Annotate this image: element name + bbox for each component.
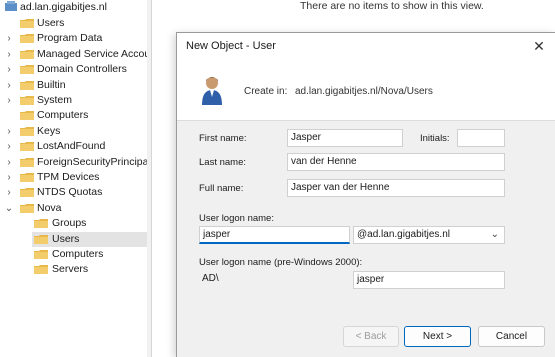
next-button[interactable]: Next >	[404, 326, 471, 347]
tree-item[interactable]: › Keys	[0, 124, 148, 139]
tree-item-label: Builtin	[37, 78, 66, 91]
chevron-right-icon[interactable]: ›	[4, 185, 14, 200]
tree-item[interactable]: › Builtin	[0, 78, 148, 93]
initials-label: Initials:	[420, 133, 450, 144]
tree-item[interactable]: › Program Data	[0, 31, 148, 46]
folder-icon	[20, 141, 34, 152]
new-user-dialog: New Object - User ✕ Create in: ad.lan.gi…	[176, 32, 555, 357]
first-name-label: First name:	[199, 133, 247, 144]
pre2000-domain: AD\	[199, 271, 349, 289]
folder-icon	[20, 110, 34, 121]
chevron-right-icon[interactable]: ›	[4, 47, 14, 62]
chevron-down-icon[interactable]: ⌄	[4, 201, 14, 216]
logon-name-field[interactable]: jasper	[199, 226, 350, 244]
tree-item-label: Servers	[52, 263, 89, 276]
tree-item-label: Nova	[37, 201, 62, 214]
tree-item-label: TPM Devices	[37, 171, 100, 183]
tree-item-nova-child[interactable]: Computers	[32, 247, 148, 262]
tree-root-label: ad.lan.gigabitjes.nl	[20, 1, 107, 13]
tree-pane: ⌄ ad.lan.gigabitjes.nl Users › Program Dat…	[0, 0, 152, 357]
dialog-title: New Object - User	[186, 40, 276, 52]
chevron-right-icon[interactable]: ›	[4, 124, 14, 139]
chevron-right-icon[interactable]: ›	[4, 155, 14, 170]
tree-item-label: NTDS Quotas	[37, 186, 103, 199]
cancel-button[interactable]: Cancel	[478, 326, 545, 347]
pane-divider[interactable]	[151, 0, 152, 357]
logon-domain-select[interactable]: @ad.lan.gigabitjes.nl ⌄	[353, 226, 505, 244]
tree-item[interactable]: › Domain Controllers	[0, 62, 148, 77]
folder-icon	[20, 126, 34, 137]
first-name-field[interactable]: Jasper	[287, 129, 403, 147]
full-name-label: Full name:	[199, 183, 244, 194]
tree-item-label: Users	[52, 232, 80, 245]
back-button[interactable]: < Back	[343, 326, 399, 347]
folder-icon	[20, 64, 34, 75]
tree-item-nova-child[interactable]: Servers	[32, 262, 148, 277]
tree-item[interactable]: › System	[0, 93, 148, 108]
dialog-titlebar[interactable]: New Object - User ✕	[177, 33, 555, 61]
tree-item[interactable]: Computers	[0, 108, 148, 123]
user-icon	[202, 77, 222, 105]
folder-icon	[20, 157, 34, 168]
folder-icon	[34, 234, 48, 245]
tree-item-label: LostAndFound	[37, 140, 106, 153]
last-name-label: Last name:	[199, 157, 246, 168]
tree-item[interactable]: › LostAndFound	[0, 139, 148, 154]
chevron-down-icon[interactable]: ⌄	[491, 227, 499, 243]
tree-item[interactable]: ⌄ Nova	[0, 201, 148, 216]
tree-item-label: Computers	[52, 248, 104, 260]
tree-item-label: Keys	[37, 124, 61, 137]
tree-item-label: Groups	[52, 217, 87, 230]
last-name-field[interactable]: van der Henne	[287, 153, 505, 171]
tree-item-label: Users	[37, 17, 65, 29]
tree-item-nova-child[interactable]: Groups	[32, 216, 148, 231]
folder-icon	[20, 172, 34, 183]
full-name-field[interactable]: Jasper van der Henne	[287, 179, 505, 197]
tree-item-label: Program Data	[37, 32, 103, 45]
folder-icon	[34, 218, 48, 229]
initials-field[interactable]	[457, 129, 505, 147]
tree-item[interactable]: › ForeignSecurityPrincipals	[0, 155, 152, 170]
chevron-right-icon[interactable]: ›	[4, 78, 14, 93]
folder-icon	[34, 264, 48, 275]
empty-view-message: There are no items to show in this view.	[300, 0, 484, 12]
folder-icon	[20, 33, 34, 44]
chevron-right-icon[interactable]: ›	[4, 93, 14, 108]
folder-icon	[20, 203, 34, 214]
folder-icon	[20, 49, 34, 60]
folder-icon	[20, 80, 34, 91]
tree-item-label: System	[37, 94, 73, 106]
folder-icon	[34, 249, 48, 260]
dialog-header: Create in: ad.lan.gigabitjes.nl/Nova/Use…	[177, 61, 555, 121]
create-in-path: ad.lan.gigabitjes.nl/Nova/Users	[295, 86, 433, 97]
tree-item[interactable]: Users	[0, 16, 148, 31]
logon-name-label: User logon name:	[199, 213, 274, 224]
tree-item[interactable]: › Managed Service Accour	[0, 47, 152, 62]
chevron-right-icon[interactable]: ›	[4, 31, 14, 46]
tree-item-label: Computers	[37, 109, 89, 122]
folder-icon	[20, 187, 34, 198]
close-icon[interactable]: ✕	[529, 36, 549, 56]
domain-icon	[5, 1, 17, 11]
tree-item[interactable]: › TPM Devices	[0, 170, 148, 185]
tree-item-label: ForeignSecurityPrincipals	[37, 155, 152, 168]
create-in-label: Create in:	[244, 86, 288, 97]
chevron-right-icon[interactable]: ›	[4, 62, 14, 77]
tree-item[interactable]: › NTDS Quotas	[0, 185, 148, 200]
chevron-right-icon[interactable]: ›	[4, 139, 14, 154]
tree-root[interactable]: ⌄ ad.lan.gigabitjes.nl	[0, 0, 148, 15]
tree-item-label: Domain Controllers	[37, 63, 127, 76]
folder-icon	[20, 95, 34, 106]
pre2000-logon-field[interactable]: jasper	[353, 271, 505, 289]
pre2000-label: User logon name (pre-Windows 2000):	[199, 257, 363, 268]
chevron-right-icon[interactable]: ›	[4, 170, 14, 185]
tree-item-nova-child[interactable]: Users	[32, 231, 148, 247]
tree-item-label: Managed Service Accour	[37, 47, 152, 60]
logon-domain-value: @ad.lan.gigabitjes.nl	[357, 229, 450, 240]
folder-icon	[20, 18, 34, 29]
